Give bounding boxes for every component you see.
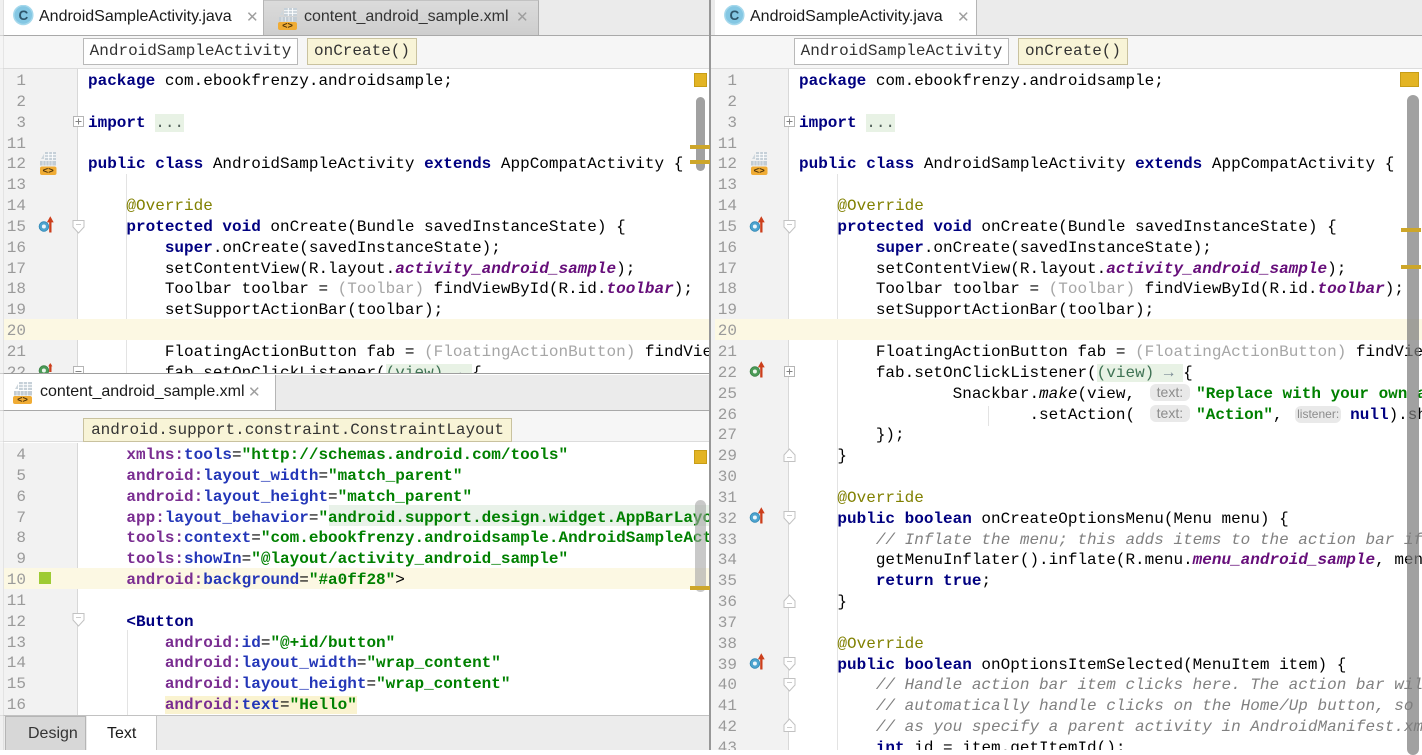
svg-text:<>: <> <box>42 165 54 175</box>
svg-text:<>: <> <box>282 22 293 30</box>
svg-text:<>: <> <box>753 165 765 175</box>
svg-text:C: C <box>730 8 740 23</box>
svg-text:<>: <> <box>17 396 28 404</box>
svg-text:C: C <box>19 8 29 23</box>
